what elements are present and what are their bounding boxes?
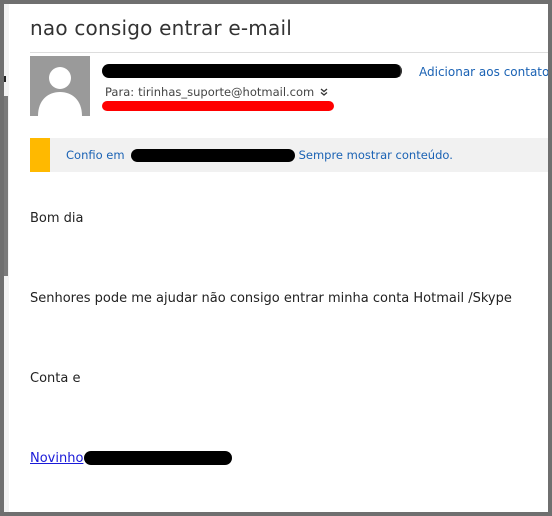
- warning-accent: [30, 138, 50, 172]
- recipient-redaction: [102, 101, 334, 111]
- email-reading-pane: nao consigo entrar e-mail ) Adicionar ao…: [4, 4, 548, 512]
- always-show-content-link[interactable]: Sempre mostrar conteúdo.: [299, 148, 453, 162]
- sender-avatar[interactable]: [30, 56, 90, 116]
- sender-name-redaction: [102, 64, 402, 78]
- left-scroll-strip[interactable]: [4, 4, 9, 512]
- header-divider: [30, 52, 548, 53]
- double-chevron-down-icon[interactable]: [320, 88, 328, 99]
- scroll-tick: [4, 76, 6, 82]
- email-subject: nao consigo entrar e-mail: [30, 16, 292, 40]
- body-greeting: Bom dia: [30, 211, 84, 226]
- body-link-redaction: [84, 451, 232, 465]
- body-line-2: Conta e: [30, 371, 81, 386]
- add-to-contacts-link[interactable]: Adicionar aos contatos ▼: [419, 65, 548, 79]
- to-label: Para:: [105, 85, 135, 99]
- scrollbar-thumb[interactable]: [4, 96, 8, 276]
- user-silhouette-icon: [38, 67, 82, 116]
- recipients-line: Para: tirinhas_suporte@hotmail.com: [105, 85, 328, 99]
- trust-sender-bar: Confio em Sempre mostrar conteúdo.: [30, 138, 548, 172]
- sender-paren: ): [398, 64, 403, 78]
- add-to-contacts-label: Adicionar aos contatos: [419, 65, 548, 79]
- body-link[interactable]: Novinho: [30, 451, 83, 466]
- to-address[interactable]: tirinhas_suporte@hotmail.com: [138, 85, 314, 99]
- trust-sender-redaction: [130, 148, 295, 162]
- trust-sender-text: Confio em Sempre mostrar conteúdo.: [66, 148, 453, 162]
- body-link-line: Novinho: [30, 451, 83, 466]
- trust-sender-link[interactable]: Confio em: [66, 148, 125, 162]
- body-line-1: Senhores pode me ajudar não consigo entr…: [30, 291, 512, 306]
